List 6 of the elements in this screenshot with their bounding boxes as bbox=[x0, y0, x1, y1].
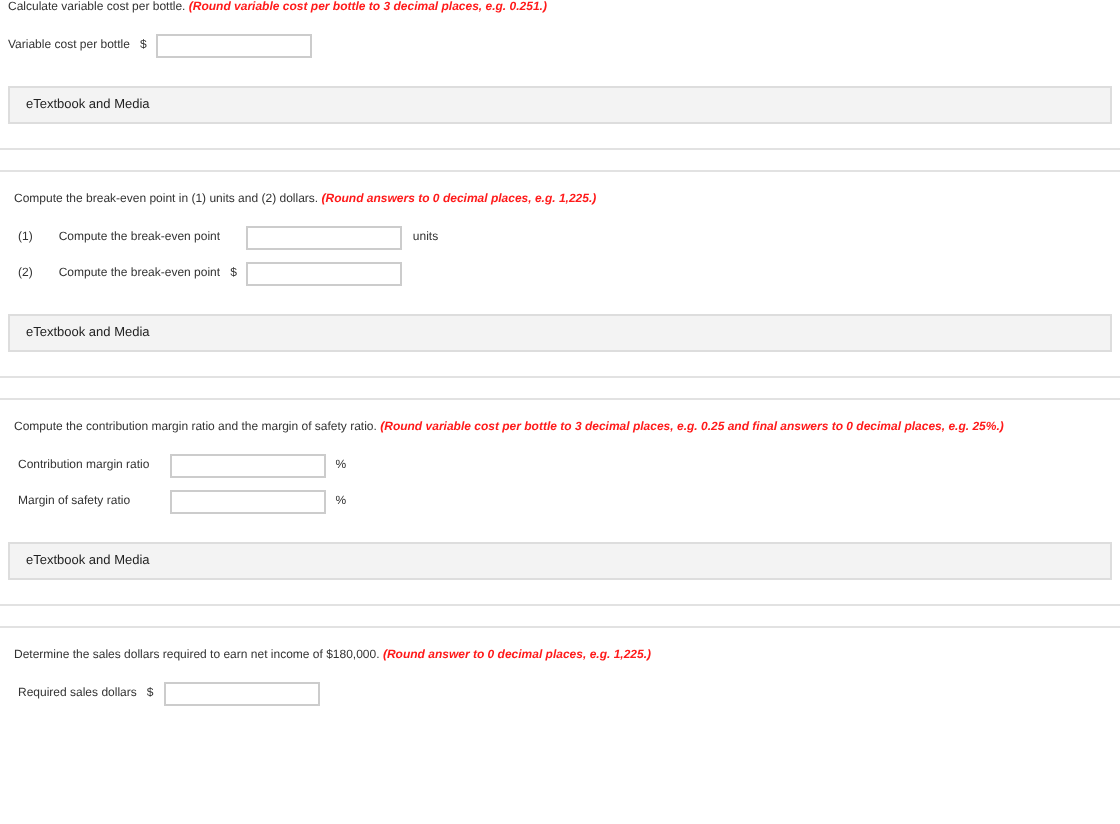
answer-field[interactable] bbox=[169, 454, 326, 478]
answer-field[interactable] bbox=[156, 34, 313, 58]
answer-field[interactable] bbox=[163, 682, 320, 706]
answer-field[interactable] bbox=[169, 490, 326, 514]
answer-field[interactable] bbox=[246, 226, 403, 250]
answer-field[interactable] bbox=[246, 262, 403, 286]
